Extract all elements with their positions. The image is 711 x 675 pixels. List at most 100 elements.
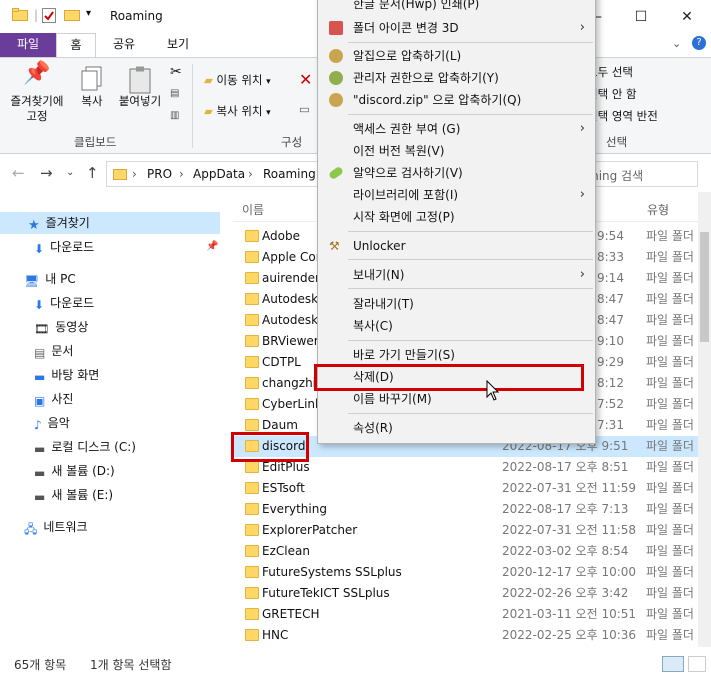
folder-icon <box>245 314 259 326</box>
menu-item-cut[interactable]: 잘라내기(T) <box>318 293 595 315</box>
tab-home[interactable]: 홈 <box>56 33 96 57</box>
folder-icon <box>245 482 259 494</box>
back-arrow-icon[interactable]: ← <box>12 164 25 182</box>
nav-item-volume-d[interactable]: ▬ 새 볼륨 (D:) <box>0 460 220 482</box>
paste-shortcut-icon[interactable]: ▥ <box>170 110 179 121</box>
paste-icon <box>114 66 166 94</box>
file-row[interactable]: Everything 2022-08-17 오후 7:13 파일 폴더 <box>233 499 703 520</box>
delete-highlight-box <box>314 364 584 391</box>
star-icon: ★ <box>28 218 40 233</box>
menu-label: 잘라내기(T) <box>353 297 414 311</box>
pin-label: 즐겨찾기에 <box>10 94 64 108</box>
copy-to-button[interactable]: ▰ 복사 위치 ▾ <box>204 103 271 119</box>
tab-view[interactable]: 보기 <box>160 33 196 57</box>
column-header-name[interactable]: 이름 <box>242 201 264 218</box>
file-row[interactable]: HNC 2022-02-25 오후 10:36 파일 폴더 <box>233 625 703 646</box>
nav-item-local-disk[interactable]: ▬ 로컬 디스크 (C:) <box>0 436 220 458</box>
menu-item-unlocker[interactable]: ⚒ Unlocker <box>318 235 595 257</box>
file-type: 파일 폴더 <box>646 502 694 516</box>
drive-icon: ▬ <box>34 466 46 480</box>
folder-icon <box>245 251 259 263</box>
nav-item-videos[interactable]: 🎞 동영상 <box>0 316 220 338</box>
copy-path-icon[interactable]: ▤ <box>170 88 179 99</box>
folder-icon <box>245 566 259 578</box>
file-row[interactable]: FutureTekICT SSLplus 2022-02-26 오후 3:42 파일… <box>233 583 703 604</box>
folder-icon <box>245 377 259 389</box>
paste-button[interactable]: 붙여넣기 <box>114 66 166 109</box>
desktop-icon: ▬ <box>34 370 46 384</box>
menu-item-pin-start[interactable]: 시작 화면에 고정(P) <box>318 206 595 228</box>
vertical-scrollbar[interactable] <box>698 192 711 647</box>
customize-toolbar-icon[interactable]: ▾ <box>86 8 91 19</box>
nav-item-music[interactable]: ♪ 음악 <box>0 412 220 434</box>
menu-item-send-to[interactable]: 보내기(N) › <box>318 264 595 286</box>
invert-selection-button[interactable]: 선택 영역 반전 <box>587 108 658 124</box>
file-date: 9:29 <box>597 355 624 369</box>
menu-item-restore-previous[interactable]: 이전 버전 복원(V) <box>318 140 595 162</box>
cut-icon[interactable]: ✂ <box>170 64 182 80</box>
item-count: 65개 항목 <box>14 658 67 672</box>
nav-label: 문서 <box>51 344 74 358</box>
file-row[interactable]: GRETECH 2021-03-11 오전 10:51 파일 폴더 <box>233 604 703 625</box>
nav-item-this-pc[interactable]: 🖥 내 PC <box>0 268 220 290</box>
folder-icon <box>245 356 259 368</box>
column-header-type[interactable]: 유형 <box>647 201 669 218</box>
menu-item-include-library[interactable]: 라이브러리에 포함(I) › <box>318 184 595 206</box>
nav-item-quick-access[interactable]: ★ 즐겨찾기 <box>0 212 220 234</box>
menu-item-alyac-scan[interactable]: 알약으로 검사하기(V) <box>318 162 595 184</box>
breadcrumb-roaming[interactable]: Roaming <box>263 167 316 181</box>
menu-item-alzip-compress[interactable]: 알집으로 압축하기(L) <box>318 45 595 67</box>
nav-item-downloads-pinned[interactable]: ⬇ 다운로드 📌 <box>0 236 220 258</box>
tab-share[interactable]: 공유 <box>106 33 142 57</box>
menu-item-copy[interactable]: 복사(C) <box>318 315 595 337</box>
file-row[interactable]: EzClean 2022-03-02 오후 8:54 파일 폴더 <box>233 541 703 562</box>
move-to-button[interactable]: ▰ 이동 위치 ▾ <box>204 72 271 88</box>
nav-item-downloads[interactable]: ⬇ 다운로드 <box>0 292 220 314</box>
music-icon: ♪ <box>34 418 42 432</box>
paste-label: 붙여넣기 <box>118 94 162 108</box>
address-bar[interactable]: › PRO › AppData › Roaming <box>106 161 318 187</box>
menu-item-grant-access[interactable]: 액세스 권한 부여 (G) › <box>318 118 595 140</box>
new-folder-icon[interactable] <box>64 8 80 24</box>
copy-button[interactable]: 복사 <box>74 66 110 109</box>
delete-icon[interactable]: ✕ <box>299 70 312 89</box>
breadcrumb-appdata[interactable]: AppData <box>193 167 245 181</box>
menu-item-rename[interactable]: 이름 바꾸기(M) <box>318 388 595 410</box>
file-name: FutureSystems SSLplus <box>262 565 402 579</box>
scrollbar-thumb[interactable] <box>700 232 709 342</box>
collapse-ribbon-icon[interactable]: ⌄ <box>672 37 681 50</box>
large-icons-view-icon[interactable] <box>688 656 706 672</box>
breadcrumb-pro[interactable]: PRO <box>147 167 172 181</box>
document-icon: ▤ <box>34 346 46 360</box>
rename-icon[interactable]: ▭ <box>299 102 310 116</box>
copy-folder-icon: ▰ <box>204 104 213 118</box>
status-bar: 65개 항목 1개 항목 선택함 <box>0 652 711 675</box>
tab-file[interactable]: 파일 <box>0 33 56 57</box>
menu-item-folder-icon-3d[interactable]: 폴더 아이콘 변경 3D › <box>318 17 595 39</box>
maximize-button[interactable]: ☐ <box>621 4 661 30</box>
recent-chevron-icon[interactable]: ⌄ <box>66 167 74 178</box>
menu-item-create-shortcut[interactable]: 바로 가기 만들기(S) <box>318 344 595 366</box>
help-icon[interactable]: ? <box>692 36 706 50</box>
menu-item-admin-compress[interactable]: 관리자 권한으로 압축하기(Y) <box>318 67 595 89</box>
nav-item-volume-e[interactable]: ▬ 새 볼륨 (E:) <box>0 484 220 506</box>
menu-item-zip-compress[interactable]: "discord.zip" 으로 압축하기(Q) <box>318 89 595 111</box>
properties-icon[interactable] <box>42 8 56 26</box>
nav-item-network[interactable]: 🖧 네트워크 <box>0 516 220 538</box>
file-type: 파일 폴더 <box>646 439 694 453</box>
file-row[interactable]: FutureSystems SSLplus 2020-12-17 오후 10:00… <box>233 562 703 583</box>
nav-item-pictures[interactable]: ▣ 사진 <box>0 388 220 410</box>
nav-item-desktop[interactable]: ▬ 바탕 화면 <box>0 364 220 386</box>
menu-item-hwp-print[interactable]: 한글 문서(Hwp) 인쇄(P) <box>318 0 595 15</box>
close-button[interactable]: ✕ <box>667 4 707 30</box>
menu-item-properties[interactable]: 속성(R) <box>318 417 595 439</box>
up-arrow-icon[interactable]: ↑ <box>86 164 99 182</box>
nav-item-documents[interactable]: ▤ 문서 <box>0 340 220 362</box>
file-row[interactable]: ESTsoft 2022-07-31 오전 11:59 파일 폴더 <box>233 478 703 499</box>
file-name: HNC <box>262 628 289 642</box>
details-view-icon[interactable] <box>662 656 684 672</box>
nav-label: 다운로드 <box>50 296 95 310</box>
file-row[interactable]: ExplorerPatcher 2022-07-31 오전 11:58 파일 폴더 <box>233 520 703 541</box>
forward-arrow-icon[interactable]: → <box>40 164 53 182</box>
pin-to-quick-access-button[interactable]: 📌 즐겨찾기에 고정 <box>6 63 68 124</box>
